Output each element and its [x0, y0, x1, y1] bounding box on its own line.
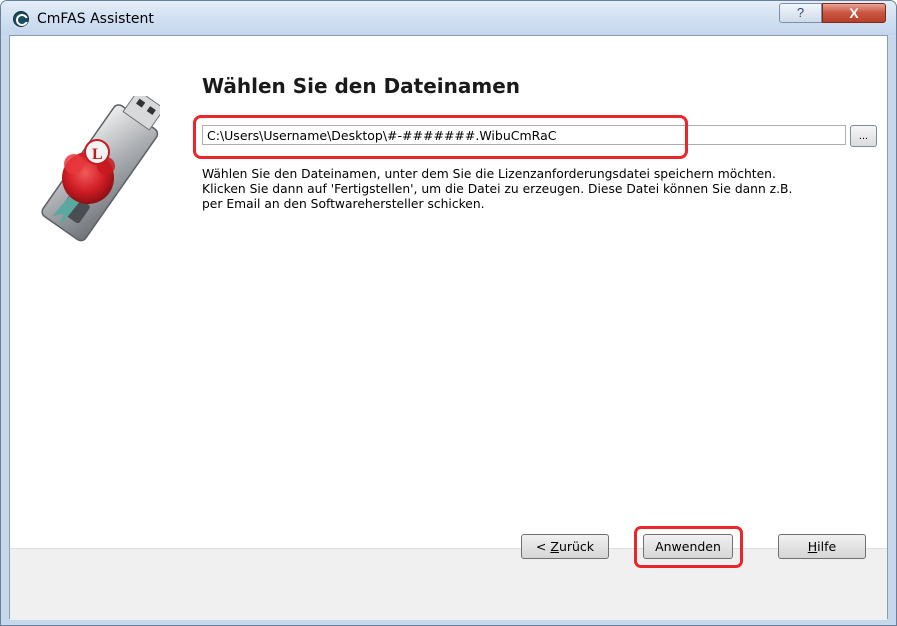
back-button[interactable]: < Zurück [521, 534, 609, 559]
page-heading: Wählen Sie den Dateinamen [202, 74, 521, 98]
help-mnemonic: H [807, 539, 818, 554]
browse-button[interactable]: ... [850, 125, 877, 147]
apply-highlight-frame [634, 526, 743, 568]
instructions-line: Wählen Sie den Dateinamen, unter dem Sie… [202, 167, 776, 181]
help-label: ilfe [817, 539, 837, 554]
window-title: CmFAS Assistent [37, 11, 154, 27]
instructions-line: Klicken Sie dann auf 'Fertigstellen', um… [202, 182, 793, 196]
client-area: L Wählen Sie den Dateinamen C:\Users\Use… [9, 35, 888, 620]
help-title-button[interactable]: ? [779, 3, 822, 23]
close-icon: X [849, 5, 859, 21]
help-button[interactable]: Hilfe [778, 534, 866, 559]
svg-text:L: L [92, 146, 103, 163]
button-bar [10, 548, 887, 620]
back-mnemonic: Z [550, 539, 559, 554]
close-button[interactable]: X [822, 3, 886, 23]
path-highlight-frame [193, 115, 688, 159]
title-bar[interactable]: CmFAS Assistent ? X [1, 1, 896, 35]
instructions-text: Wählen Sie den Dateinamen, unter dem Sie… [202, 167, 870, 212]
back-prefix: < [535, 539, 551, 554]
wizard-page: L Wählen Sie den Dateinamen C:\Users\Use… [10, 36, 887, 548]
usb-dongle-seal-icon: L [41, 96, 160, 242]
instructions-line: per Email an den Softwarehersteller schi… [202, 197, 485, 211]
back-label: urück [558, 539, 595, 554]
app-icon [13, 11, 29, 27]
dialog-window: CmFAS Assistent ? X L Wählen Sie den Dat… [0, 0, 897, 626]
